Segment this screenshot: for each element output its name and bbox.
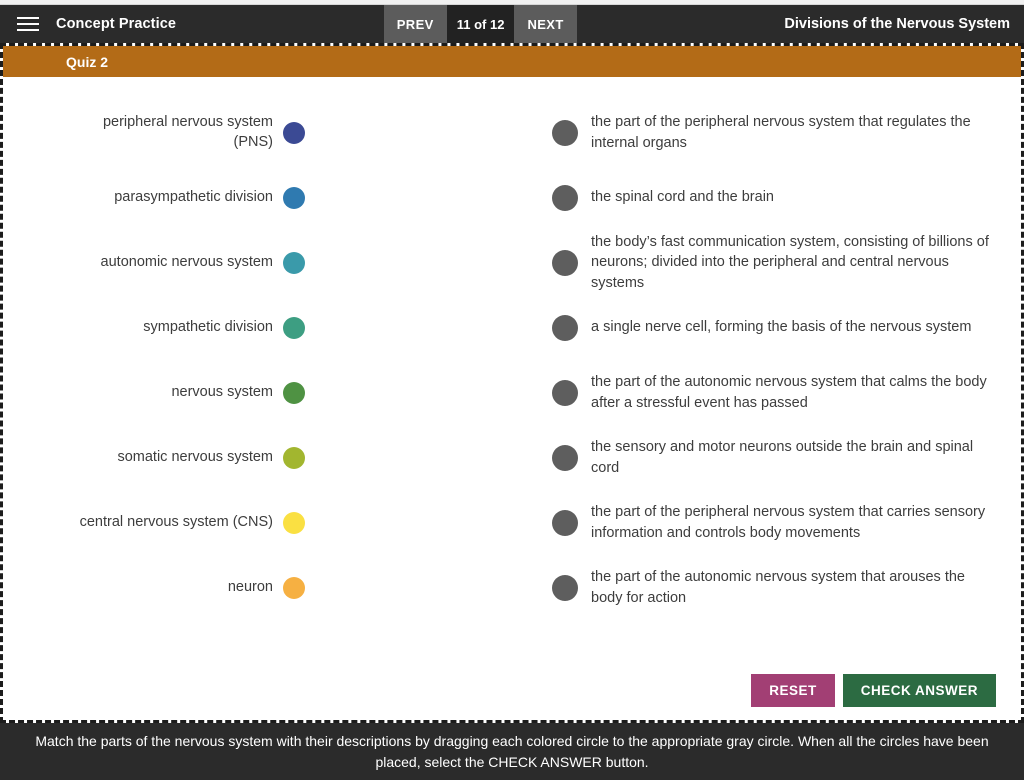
term-label: sympathetic division bbox=[143, 318, 273, 335]
drop-target-circle[interactable] bbox=[552, 249, 578, 276]
definition-row: the sensory and motor neurons outside th… bbox=[552, 425, 1005, 490]
quiz-banner: Quiz 2 bbox=[3, 46, 1021, 77]
prev-button[interactable]: PREV bbox=[383, 5, 447, 43]
definition-text: a single nerve cell, forming the basis o… bbox=[591, 319, 972, 336]
definition-text: the part of the peripheral nervous syste… bbox=[591, 113, 971, 151]
definition-row: the body’s fast communication system, co… bbox=[552, 230, 1005, 295]
term-row: somatic nervous system bbox=[3, 425, 315, 490]
draggable-term-dot[interactable] bbox=[283, 186, 305, 209]
drop-target-circle[interactable] bbox=[552, 314, 578, 341]
app-title: Concept Practice bbox=[56, 16, 177, 32]
definitions-column: the part of the peripheral nervous syste… bbox=[552, 77, 1021, 689]
term-label: nervous system bbox=[171, 383, 273, 400]
term-row: peripheral nervous system (PNS) bbox=[3, 100, 315, 165]
hamburger-bar bbox=[17, 29, 39, 31]
center-gap bbox=[315, 77, 552, 689]
drop-target-circle[interactable] bbox=[552, 574, 578, 601]
drop-target-circle[interactable] bbox=[552, 509, 578, 536]
term-row: nervous system bbox=[3, 360, 315, 425]
draggable-term-dot[interactable] bbox=[283, 511, 305, 534]
definition-text: the part of the peripheral nervous syste… bbox=[591, 503, 986, 541]
instruction-bar: Match the parts of the nervous system wi… bbox=[0, 723, 1024, 780]
draggable-term-dot[interactable] bbox=[283, 381, 305, 404]
draggable-term-dot[interactable] bbox=[283, 251, 305, 274]
term-row: autonomic nervous system bbox=[3, 230, 315, 295]
reset-button[interactable]: RESET bbox=[751, 674, 835, 707]
term-label: central nervous system (CNS) bbox=[79, 513, 273, 530]
term-row: central nervous system (CNS) bbox=[3, 490, 315, 555]
concept-practice-app: Concept Practice PREV 11 of 12 NEXT Divi… bbox=[0, 0, 1024, 780]
term-label: parasympathetic division bbox=[114, 188, 273, 205]
terms-column: peripheral nervous system (PNS) parasymp… bbox=[3, 77, 315, 689]
drop-target-circle[interactable] bbox=[552, 379, 578, 406]
definition-row: the part of the autonomic nervous system… bbox=[552, 360, 1005, 425]
term-label: autonomic nervous system bbox=[100, 253, 273, 270]
term-row: neuron bbox=[3, 555, 315, 620]
definition-row: the part of the autonomic nervous system… bbox=[552, 555, 1005, 620]
definition-text: the part of the autonomic nervous system… bbox=[591, 373, 987, 411]
app-header: Concept Practice PREV 11 of 12 NEXT Divi… bbox=[0, 5, 1024, 43]
term-row: parasympathetic division bbox=[3, 165, 315, 230]
definition-text: the sensory and motor neurons outside th… bbox=[591, 438, 974, 476]
definition-row: a single nerve cell, forming the basis o… bbox=[552, 295, 1005, 360]
page-counter: 11 of 12 bbox=[446, 5, 515, 43]
drop-target-circle[interactable] bbox=[552, 444, 578, 471]
instruction-text: Match the parts of the nervous system wi… bbox=[35, 733, 989, 770]
draggable-term-dot[interactable] bbox=[283, 446, 305, 469]
definition-row: the part of the peripheral nervous syste… bbox=[552, 100, 1005, 165]
draggable-term-dot[interactable] bbox=[283, 576, 305, 599]
term-label: neuron bbox=[227, 578, 273, 595]
term-label: peripheral nervous system (PNS) bbox=[102, 114, 273, 150]
next-button[interactable]: NEXT bbox=[514, 5, 577, 43]
hamburger-bar bbox=[17, 23, 39, 25]
drop-target-circle[interactable] bbox=[552, 119, 578, 146]
action-buttons: RESET CHECK ANSWER bbox=[751, 674, 996, 707]
hamburger-bar bbox=[17, 17, 39, 19]
hamburger-menu-icon[interactable] bbox=[0, 5, 56, 43]
header-spacer bbox=[577, 5, 785, 43]
definition-text: the part of the autonomic nervous system… bbox=[591, 568, 965, 606]
definition-row: the spinal cord and the brain bbox=[552, 165, 1005, 230]
drop-target-circle[interactable] bbox=[552, 184, 578, 211]
quiz-banner-label: Quiz 2 bbox=[66, 53, 109, 70]
activity-frame: Quiz 2 peripheral nervous system (PNS) p… bbox=[0, 43, 1024, 723]
definition-row: the part of the peripheral nervous syste… bbox=[552, 490, 1005, 555]
definition-text: the spinal cord and the brain bbox=[591, 189, 774, 206]
header-spacer bbox=[176, 5, 384, 43]
draggable-term-dot[interactable] bbox=[283, 316, 305, 339]
draggable-term-dot[interactable] bbox=[283, 121, 305, 144]
check-answer-button[interactable]: CHECK ANSWER bbox=[842, 674, 996, 707]
term-label: somatic nervous system bbox=[117, 448, 273, 465]
pagination-controls: PREV 11 of 12 NEXT bbox=[383, 5, 577, 43]
definition-text: the body’s fast communication system, co… bbox=[591, 233, 989, 291]
lesson-title: Divisions of the Nervous System bbox=[784, 16, 1010, 32]
term-row: sympathetic division bbox=[3, 295, 315, 360]
matching-activity: peripheral nervous system (PNS) parasymp… bbox=[3, 77, 1021, 689]
